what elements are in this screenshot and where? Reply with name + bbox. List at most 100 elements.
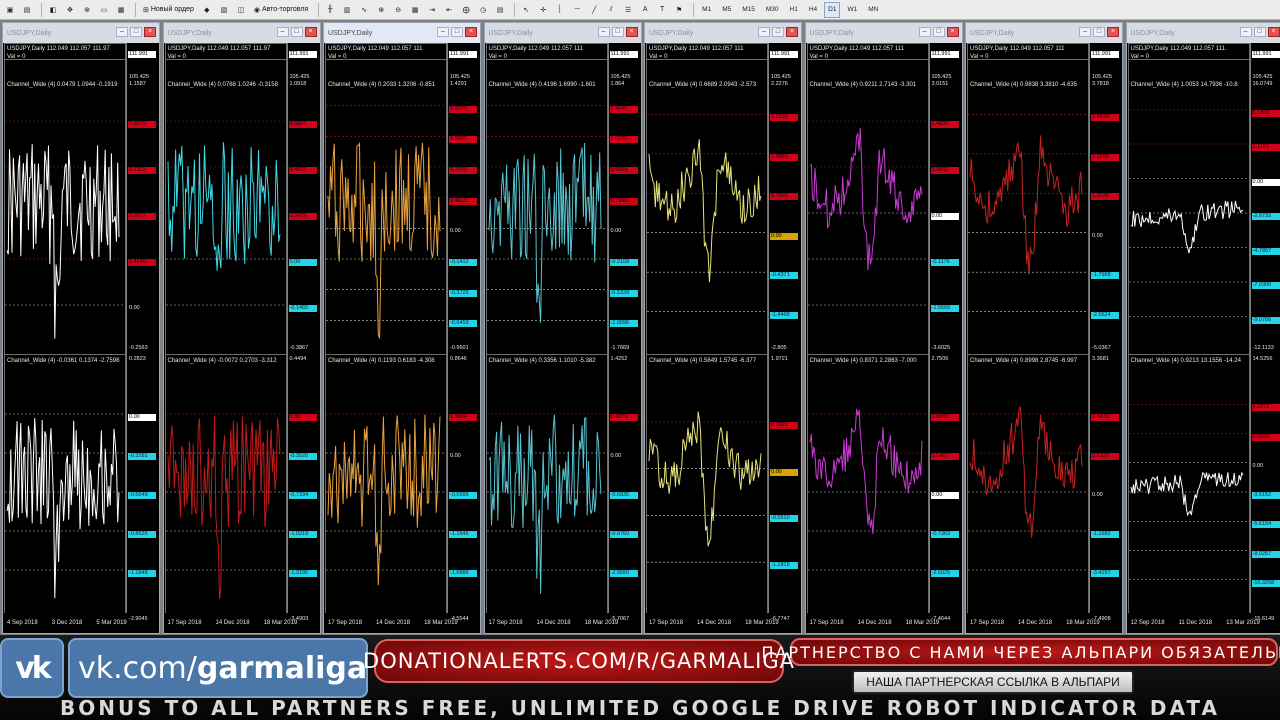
maximize-icon[interactable]: □ — [1253, 27, 1266, 37]
chart-canvas[interactable] — [485, 23, 608, 613]
price-scale[interactable]: 111.991 105.425 1.0918 -0.3867 0.4494 -3.4903… — [286, 43, 320, 622]
chart-window[interactable]: USDJPY,Daily – □ × USDJPY,Daily 112.049 112.… — [483, 22, 642, 634]
maximize-icon[interactable]: □ — [290, 27, 303, 37]
cursor-icon[interactable]: ↖ — [519, 2, 533, 18]
price-scale[interactable]: 111.991 105.425 1.1587 -0.2563 0.2823 -2.9045… — [126, 43, 159, 622]
line-chart-icon[interactable]: ∿ — [357, 2, 371, 18]
candles-icon[interactable]: ▥ — [340, 2, 354, 18]
new-order-label: Новый ордер — [150, 6, 194, 13]
fibo-icon[interactable]: ☰ — [621, 2, 635, 18]
market-icon[interactable]: ◫ — [234, 2, 248, 18]
chart-window[interactable]: USDJPY,Daily – □ × USDJPY,Daily 112.049 112.… — [162, 22, 321, 634]
timeframe-m1[interactable]: M1 — [698, 2, 715, 18]
periods-icon[interactable]: ◷ — [476, 2, 490, 18]
market-watch-icon[interactable]: ◧ — [46, 2, 60, 18]
indicator-level-tag: -10.3258 — [1251, 579, 1280, 587]
chart-window[interactable]: USDJPY,Daily – □ × USDJPY,Daily 112.049 112.… — [2, 22, 160, 634]
close-icon[interactable]: × — [1267, 27, 1280, 37]
zoom-in-icon[interactable]: ⊕ — [374, 2, 388, 18]
time-axis: 12 Sep 2018 11 Dec 2018 13 Mar 2019 — [1129, 613, 1260, 633]
timeframe-w1[interactable]: W1 — [843, 2, 861, 18]
maximize-icon[interactable]: □ — [932, 27, 945, 37]
tester-icon[interactable]: ▦ — [114, 2, 128, 18]
timeframe-d1[interactable]: D1 — [824, 1, 841, 18]
price-scale[interactable]: 111.991 105.425 1.4291 -0.9601 0.8646 -4.5544… — [447, 43, 480, 622]
chart-window[interactable]: USDJPY,Daily – □ × USDJPY,Daily 112.049 112.… — [323, 22, 481, 634]
donation-link[interactable]: DONATIONALERTS.COM/R/GARMALIGA — [363, 639, 794, 683]
price-scale[interactable]: 111.991 105.425 3.0151 -3.6025 2.7506 -7.4644… — [928, 43, 962, 622]
auto-trading-button[interactable]: ◉ Авто-торговля — [251, 2, 311, 18]
indicators-icon[interactable]: ⨁ — [459, 2, 473, 18]
timeframe-h4[interactable]: H4 — [805, 2, 821, 18]
maximize-icon[interactable]: □ — [451, 27, 463, 37]
price-low-label: 105.425 — [610, 74, 631, 80]
date-label: 18 Mar 2019 — [1066, 620, 1100, 626]
navigator-icon[interactable]: ✥ — [63, 2, 77, 18]
horizontal-line-icon[interactable]: ─ — [570, 2, 584, 18]
chart-window[interactable]: USDJPY,Daily – □ × USDJPY,Daily 112.049 112.… — [804, 22, 963, 634]
chart-window[interactable]: USDJPY,Daily – □ × USDJPY,Daily 112.049 112.… — [965, 22, 1123, 634]
indicator-level-tag: 0.4612 — [288, 167, 317, 174]
maximize-icon[interactable]: □ — [1093, 27, 1105, 37]
close-icon[interactable]: × — [304, 27, 317, 37]
indicator-level-tag: -2.6624 — [1091, 311, 1119, 319]
terminal-icon[interactable]: ▭ — [97, 2, 111, 18]
indicator-line — [648, 411, 762, 547]
close-icon[interactable]: × — [465, 27, 477, 37]
data-window-icon[interactable]: ⊕ — [80, 2, 94, 18]
bar-chart-icon[interactable]: ╫ — [323, 2, 337, 18]
new-order-button[interactable]: ⊞ Новый ордер — [140, 2, 197, 18]
price-scale[interactable]: 111.991 105.425 2.2276 -2.805 1.9721 -6.7747 1… — [768, 43, 801, 622]
timeframe-mn[interactable]: MN — [864, 2, 882, 18]
chart-canvas[interactable] — [324, 23, 447, 613]
indicator-level-tag: -0.1176 — [930, 259, 959, 266]
vk-link[interactable]: vk.com/garmaliga — [68, 638, 368, 698]
chart-canvas[interactable] — [966, 23, 1089, 613]
autoscroll-icon[interactable]: ⇥ — [425, 2, 439, 18]
chart-window[interactable]: USDJPY,Daily – □ × USDJPY,Daily 112.049 112.… — [644, 22, 802, 634]
timeframe-h1[interactable]: H1 — [786, 2, 802, 18]
zoom-out-icon[interactable]: ⊖ — [391, 2, 405, 18]
chart-shift-icon[interactable]: ⇤ — [442, 2, 456, 18]
maximize-icon[interactable]: □ — [130, 27, 142, 37]
channel-icon[interactable]: ⫽ — [604, 2, 618, 18]
templates-icon[interactable]: ▤ — [493, 2, 507, 18]
chart-canvas[interactable] — [645, 23, 768, 613]
timeframe-m5[interactable]: M5 — [718, 2, 735, 18]
tile-windows-icon[interactable]: ▦ — [408, 2, 422, 18]
timeframe-m30[interactable]: M30 — [762, 2, 783, 18]
vertical-line-icon[interactable]: │ — [553, 2, 567, 18]
indicator-level-tag: 1.5339 — [770, 114, 798, 122]
profiles-icon[interactable]: ▤ — [20, 2, 34, 18]
signals-icon[interactable]: ▧ — [217, 2, 231, 18]
text-label-tool[interactable]: T — [655, 2, 669, 18]
maximize-icon[interactable]: □ — [772, 27, 784, 37]
partner-link-button[interactable]: НАША ПАРТНЕРСКАЯ ССЫЛКА В АЛЬПАРИ — [852, 670, 1134, 694]
chart-canvas[interactable] — [3, 23, 126, 613]
price-scale[interactable]: 111.991 105.425 1.864 -1.7669 1.4252 -5.7067 1… — [607, 43, 641, 622]
chart-canvas[interactable] — [164, 23, 287, 613]
trendline-icon[interactable]: ╱ — [587, 2, 601, 18]
price-scale[interactable]: 111.991 105.425 3.7818 -5.0367 3.3681 -7.4908… — [1089, 43, 1122, 622]
maximize-icon[interactable]: □ — [611, 27, 624, 37]
arrow-tool-icon[interactable]: ⚑ — [672, 2, 686, 18]
close-icon[interactable]: × — [625, 27, 638, 37]
indicator-label: Channel_Wide (4) 0.9211 2.7143 -3.301 — [809, 82, 917, 88]
value-label: Val = 0 — [167, 54, 186, 60]
crosshair-icon[interactable]: ✛ — [536, 2, 550, 18]
chart-canvas[interactable] — [1127, 23, 1250, 613]
metaeditor-icon[interactable]: ◆ — [200, 2, 214, 18]
close-icon[interactable]: × — [144, 27, 156, 37]
indicator-label: Channel_Wide (4) 0.1193 0.6183 -4.308 — [328, 358, 435, 364]
close-icon[interactable]: × — [1107, 27, 1119, 37]
chart-window[interactable]: USDJPY,Daily – □ × USDJPY,Daily 112.049 112.… — [1125, 22, 1280, 634]
text-tool[interactable]: A — [638, 2, 652, 18]
chart-pane — [4, 59, 126, 355]
new-chart-icon[interactable]: ▣ — [3, 2, 17, 18]
chart-canvas[interactable] — [806, 23, 929, 613]
timeframe-m15[interactable]: M15 — [738, 2, 759, 18]
close-icon[interactable]: × — [946, 27, 959, 37]
close-icon[interactable]: × — [786, 27, 798, 37]
price-scale[interactable]: 111.991 105.425 16.0749 -12.1133 14.5256 -15.… — [1249, 43, 1280, 622]
symbol-label: USDJPY,Daily 112.049 112.057 111. — [1130, 46, 1227, 52]
